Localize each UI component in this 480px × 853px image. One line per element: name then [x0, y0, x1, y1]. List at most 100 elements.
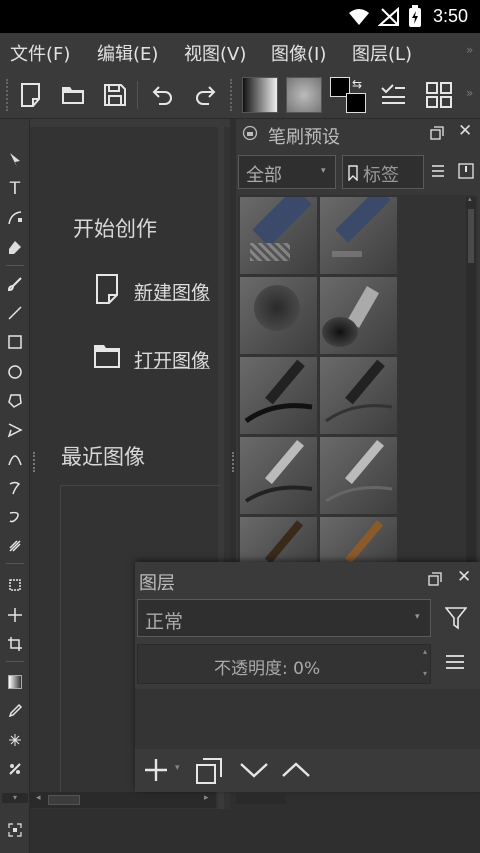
brush-preset-ink-pen[interactable] — [240, 357, 317, 434]
ellipse-tool[interactable] — [4, 361, 26, 383]
brush-preset-eraser-soft[interactable] — [240, 197, 317, 274]
ellipse-icon — [8, 365, 22, 379]
menu-layer[interactable]: 图层(L) — [352, 40, 412, 66]
new-image-link[interactable]: 新建图像 — [134, 278, 210, 305]
assistant-icon — [9, 763, 21, 775]
fullscreen-icon — [8, 823, 22, 837]
brush-grid-scroll-thumb[interactable] — [468, 209, 474, 263]
gradient-selector[interactable] — [242, 77, 278, 113]
open-document-button[interactable] — [56, 78, 90, 112]
new-document-button[interactable] — [14, 78, 48, 112]
blend-mode-select[interactable]: 正常 ▾ — [137, 599, 431, 637]
save-button[interactable] — [98, 78, 132, 112]
scroll-right-icon[interactable]: ▸ — [204, 793, 209, 803]
dynamic-brush-icon — [9, 511, 19, 523]
polyline-icon — [7, 423, 23, 438]
select-tool[interactable] — [4, 149, 26, 171]
layer-menu-icon[interactable] — [445, 654, 465, 670]
close-docker-icon[interactable]: ✕ — [457, 567, 471, 587]
float-docker-icon[interactable] — [428, 572, 442, 586]
save-icon — [104, 84, 126, 106]
brush-preset-grid: ▴ — [238, 195, 478, 569]
redo-button[interactable] — [188, 78, 222, 112]
color-swatches[interactable]: ⇆ — [330, 77, 368, 115]
menu-edit[interactable]: 编辑(E) — [97, 40, 158, 66]
brush-grid-scrollbar[interactable]: ▴ — [466, 195, 476, 567]
freehand-brush-tool[interactable] — [4, 273, 26, 295]
gradient-tool[interactable] — [4, 671, 26, 693]
battery-charging-icon — [409, 5, 421, 27]
scroll-thumb[interactable] — [48, 795, 80, 805]
brush-preset-ink-gpen[interactable] — [320, 357, 397, 434]
tag-label: 标签 — [363, 165, 399, 186]
undo-button[interactable] — [146, 78, 180, 112]
docker-lock-icon[interactable] — [242, 125, 258, 141]
menu-overflow-icon[interactable]: » — [466, 43, 473, 57]
opacity-decrease-icon[interactable]: ▾ — [423, 669, 427, 678]
move-layer-up-icon[interactable] — [281, 761, 311, 779]
brush-tag-editor-icon[interactable] — [458, 163, 474, 179]
toolbar-overflow-icon[interactable]: » — [466, 86, 473, 100]
brush-view-menu-icon[interactable] — [431, 165, 445, 177]
brush-preset-airbrush-soft[interactable] — [240, 277, 317, 354]
assistant-tool[interactable] — [4, 758, 26, 780]
move-layer-down-icon[interactable] — [239, 761, 269, 779]
float-docker-icon[interactable] — [430, 126, 444, 140]
brush-settings-button[interactable] — [376, 78, 410, 112]
toolbar-grip[interactable] — [6, 79, 10, 111]
layer-list[interactable] — [135, 689, 480, 749]
layers-docker: 图层 ✕ 正常 ▾ 不透明度: 0% ▴ ▾ ▾ — [135, 562, 480, 792]
smart-patch-tool[interactable] — [4, 729, 26, 751]
add-layer-icon[interactable] — [143, 757, 169, 783]
tool-divider — [6, 265, 24, 266]
tag-filter-button[interactable]: 标签 — [342, 155, 424, 189]
add-layer-options-icon[interactable]: ▾ — [175, 763, 180, 773]
brush-preset-eraser-hard[interactable] — [320, 197, 397, 274]
menu-view[interactable]: 视图(V) — [184, 40, 246, 66]
toolbox: T ▾ — [0, 119, 30, 853]
crop-tool[interactable] — [4, 633, 26, 655]
splitter-handle[interactable] — [33, 452, 35, 472]
bezier-tool[interactable] — [4, 448, 26, 470]
menu-file[interactable]: 文件(F) — [10, 40, 70, 66]
opacity-increase-icon[interactable]: ▴ — [423, 647, 427, 656]
duplicate-layer-icon[interactable] — [195, 757, 223, 785]
scroll-left-icon[interactable]: ◂ — [36, 793, 41, 803]
multibrush-tool[interactable] — [4, 535, 26, 557]
pattern-selector[interactable] — [286, 77, 322, 113]
horizontal-scrollbar[interactable]: ◂ ▸ — [30, 792, 216, 808]
open-image-icon — [92, 342, 122, 370]
pen-nib-icon — [9, 241, 21, 254]
scroll-up-icon[interactable]: ▴ — [468, 195, 472, 203]
menu-image[interactable]: 图像(I) — [271, 40, 326, 66]
move-tool[interactable] — [4, 604, 26, 626]
brush-preset-airbrush-pressure[interactable] — [320, 277, 397, 354]
text-tool-icon: T — [9, 179, 21, 199]
line-tool[interactable] — [4, 302, 26, 324]
toolbox-scroll-down[interactable]: ▾ — [2, 793, 28, 803]
brush-preset-pencil-1[interactable] — [240, 437, 317, 514]
swap-colors-icon[interactable]: ⇆ — [352, 77, 362, 91]
opacity-slider[interactable]: 不透明度: 0% ▴ ▾ — [137, 644, 431, 684]
close-docker-icon[interactable]: ✕ — [458, 121, 472, 141]
color-picker-tool[interactable] — [4, 700, 26, 722]
toolbar-grip[interactable] — [230, 79, 234, 111]
signal-icon — [378, 7, 399, 26]
transform-tool[interactable] — [4, 574, 26, 596]
polygon-tool[interactable] — [4, 390, 26, 412]
canvas-only-button[interactable] — [4, 819, 26, 841]
dynamic-brush-tool[interactable] — [4, 506, 26, 528]
splitter-handle[interactable] — [232, 452, 234, 472]
shape-edit-tool[interactable] — [4, 207, 26, 229]
freehand-path-tool[interactable] — [4, 477, 26, 499]
calligraphy-tool[interactable] — [4, 237, 26, 259]
brush-preset-pencil-2[interactable] — [320, 437, 397, 514]
polyline-tool[interactable] — [4, 419, 26, 441]
brush-filter-select[interactable]: 全部 ▾ — [238, 155, 336, 189]
workspace-button[interactable] — [422, 78, 456, 112]
text-tool[interactable]: T — [4, 178, 26, 200]
rectangle-tool[interactable] — [4, 331, 26, 353]
open-image-link[interactable]: 打开图像 — [134, 346, 210, 373]
background-color-swatch[interactable] — [346, 93, 366, 113]
filter-icon[interactable] — [445, 606, 467, 630]
